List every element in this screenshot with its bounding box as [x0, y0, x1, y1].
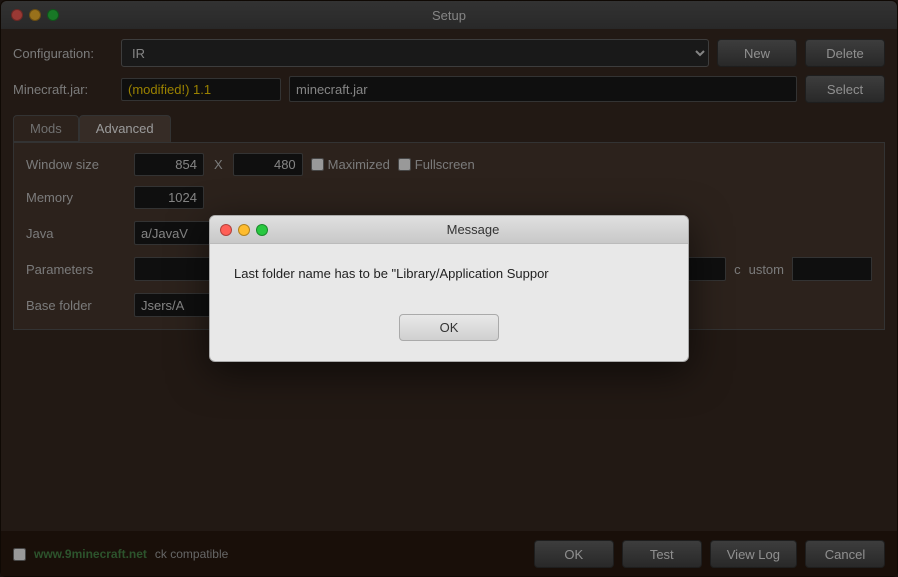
modal-overlay: Message Last folder name has to be "Libr… [0, 0, 898, 577]
message-modal: Message Last folder name has to be "Libr… [209, 215, 689, 362]
modal-minimize-button[interactable] [238, 224, 250, 236]
modal-title: Message [268, 222, 678, 237]
modal-ok-button[interactable]: OK [399, 314, 500, 341]
modal-buttons [220, 224, 268, 236]
modal-maximize-button[interactable] [256, 224, 268, 236]
modal-message-text: Last folder name has to be "Library/Appl… [234, 266, 549, 281]
modal-footer: OK [210, 304, 688, 361]
modal-message: Last folder name has to be "Library/Appl… [210, 244, 688, 304]
modal-close-button[interactable] [220, 224, 232, 236]
modal-titlebar: Message [210, 216, 688, 244]
